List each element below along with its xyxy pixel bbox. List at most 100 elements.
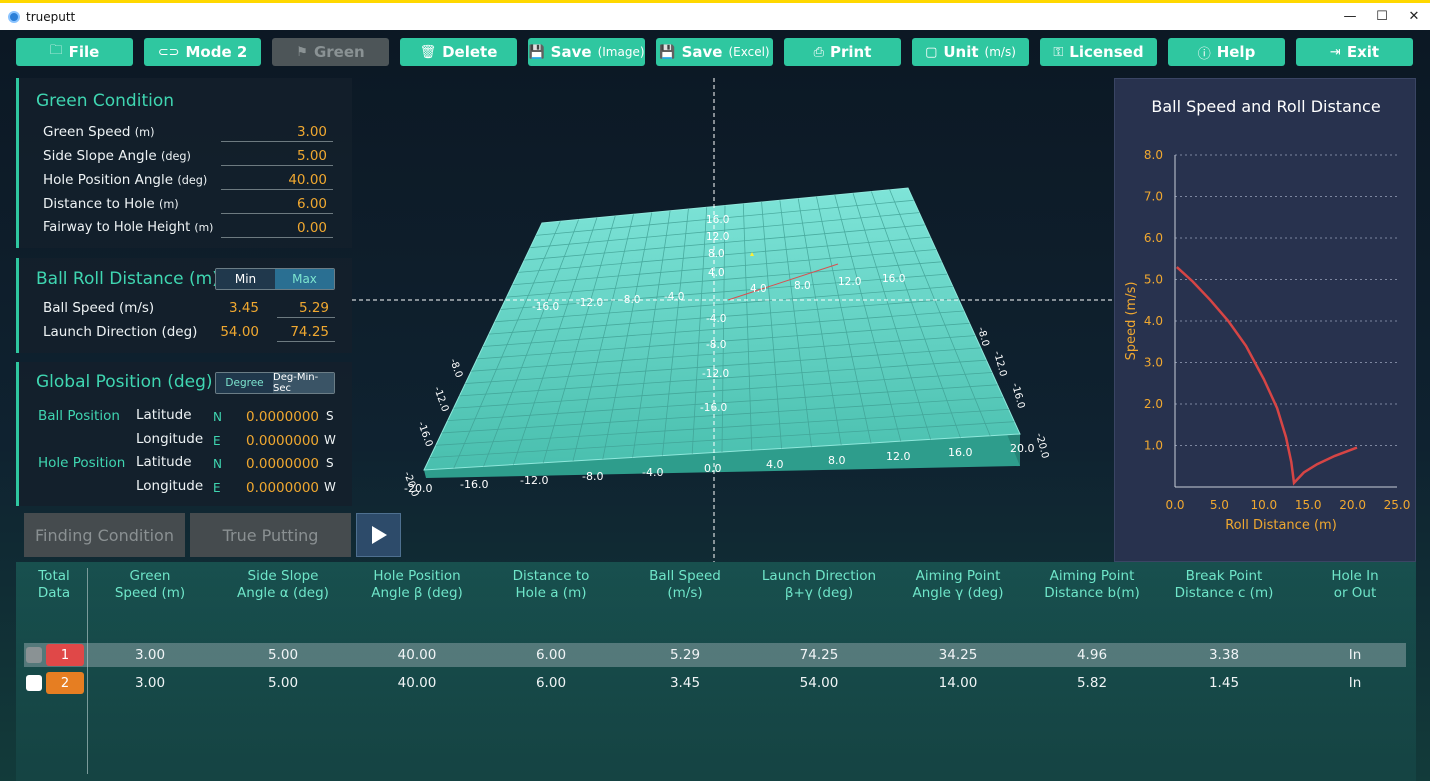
- row-badge: 1: [46, 644, 84, 666]
- green-3d-view[interactable]: -20.0 -16.0 -12.0 -8.0 -4.0 0.0 4.0 8.0 …: [352, 78, 1114, 562]
- hole-latitude-value[interactable]: 0.0000000: [246, 456, 319, 472]
- th-aiming-angle: Aiming Point Angle γ (deg): [912, 568, 1004, 601]
- inner-x-label: 4.0: [750, 283, 767, 295]
- x-tick-label: 0.0: [704, 462, 722, 475]
- max-toggle[interactable]: Max: [275, 269, 334, 289]
- hole-longitude-value[interactable]: 0.0000000: [246, 480, 319, 496]
- ball-lat-s: S: [326, 409, 334, 423]
- inner-x-label: 16.0: [882, 273, 905, 285]
- hole-lat-n: N: [213, 457, 222, 471]
- maximize-button[interactable]: ☐: [1366, 3, 1398, 30]
- inner-y-label: -4.0: [706, 313, 727, 325]
- close-button[interactable]: ✕: [1398, 3, 1430, 30]
- fairway-height-label: Fairway to Hole Height (m): [43, 220, 214, 235]
- title-bar: trueputt — ☐ ✕: [0, 0, 1430, 30]
- ball-roll-title: Ball Roll Distance (m): [36, 269, 219, 289]
- distance-to-hole-field[interactable]: 6.00: [221, 196, 333, 214]
- cell-break-distance: 1.45: [1208, 675, 1240, 691]
- table-row[interactable]: 1 3.00 5.00 40.00 6.00 5.29 74.25 34.25 …: [24, 643, 1406, 667]
- finding-condition-button[interactable]: Finding Condition: [24, 513, 185, 557]
- key-icon: ⚿: [1053, 44, 1064, 60]
- y-tick-label: 3.0: [1144, 356, 1163, 370]
- x-tick-label: 4.0: [766, 458, 784, 471]
- cell-launch-direction: 54.00: [799, 675, 839, 691]
- results-table: Total Data Green Speed (m) Side Slope Angle…: [16, 562, 1416, 781]
- y-tick-label: 7.0: [1144, 190, 1163, 204]
- green-speed-field[interactable]: 3.00: [221, 124, 333, 142]
- help-button[interactable]: ⓘ Help: [1168, 38, 1285, 66]
- global-position-title: Global Position (deg): [36, 372, 213, 392]
- cell-launch-direction: 74.25: [799, 647, 839, 663]
- min-toggle[interactable]: Min: [216, 269, 275, 289]
- row-checkbox[interactable]: [26, 647, 42, 663]
- launch-direction-label: Launch Direction (deg): [43, 324, 198, 340]
- cell-aiming-distance: 4.96: [1076, 647, 1108, 663]
- licensed-button[interactable]: ⚿ Licensed: [1040, 38, 1157, 66]
- cell-green-speed: 3.00: [134, 647, 166, 663]
- hole-position-angle-field[interactable]: 40.00: [221, 172, 333, 190]
- table-row[interactable]: 2 3.00 5.00 40.00 6.00 3.45 54.00 14.00 …: [24, 671, 1406, 695]
- minimize-button[interactable]: —: [1334, 3, 1366, 30]
- x-tick-label: -16.0: [460, 478, 488, 491]
- th-distance-hole: Distance to Hole a (m): [512, 568, 590, 601]
- inner-x-label: -4.0: [664, 291, 685, 303]
- ball-lon-e: E: [213, 434, 221, 448]
- degree-format-toggle: Degree Deg-Min-Sec: [215, 372, 335, 394]
- y-tick-label: 8.0: [1144, 148, 1163, 162]
- toolbar: 🗀 File ⊂⊃ Mode 2 ⚑ Green 🗑 Delete 💾 Save (Imag…: [16, 38, 1416, 66]
- y-tick-label: 4.0: [1144, 314, 1163, 328]
- exit-label: Exit: [1346, 43, 1380, 61]
- cell-aiming-angle: 14.00: [938, 675, 978, 691]
- y-tick-label: 1.0: [1144, 439, 1163, 453]
- launch-direction-min[interactable]: 54.00: [215, 324, 265, 342]
- speed-distance-chart-panel: Ball Speed and Roll Distance 1.0 2.0 3.0 4.…: [1114, 78, 1416, 562]
- green-button[interactable]: ⚑ Green: [272, 38, 389, 66]
- x-tick-label: 20.0: [1339, 498, 1366, 512]
- save-image-button[interactable]: 💾 Save (Image): [528, 38, 645, 66]
- cell-distance-hole: 6.00: [535, 675, 567, 691]
- x-tick-label: -12.0: [520, 474, 548, 487]
- main-area: 🗀 File ⊂⊃ Mode 2 ⚑ Green 🗑 Delete 💾 Save (Imag…: [0, 30, 1430, 781]
- green-condition-section: Green Condition Green Speed (m) 3.00 Sid…: [16, 78, 352, 248]
- ball-longitude-value[interactable]: 0.0000000: [246, 433, 319, 449]
- right-edge-label: -16.0: [1009, 382, 1026, 410]
- toggle-icon: ⊂⊃: [157, 44, 180, 60]
- window-controls: — ☐ ✕: [1334, 3, 1430, 30]
- fairway-height-field[interactable]: 0.00: [221, 220, 333, 238]
- inner-y-label: -8.0: [706, 339, 727, 351]
- info-icon: ⓘ: [1197, 46, 1211, 62]
- hole-latitude-label: Latitude: [136, 454, 192, 470]
- true-putting-button[interactable]: True Putting: [190, 513, 351, 557]
- delete-button[interactable]: 🗑 Delete: [400, 38, 517, 66]
- print-button[interactable]: ⎙ Print: [784, 38, 901, 66]
- mode-button[interactable]: ⊂⊃ Mode 2: [144, 38, 261, 66]
- x-tick-label: 0.0: [1165, 498, 1184, 512]
- floppy-icon: 💾: [659, 44, 676, 60]
- ball-speed-max[interactable]: 5.29: [277, 300, 335, 318]
- mode-label: Mode 2: [185, 43, 248, 61]
- ball-latitude-value[interactable]: 0.0000000: [246, 409, 319, 425]
- cell-ball-speed: 5.29: [669, 647, 701, 663]
- save-excel-button[interactable]: 💾 Save (Excel): [656, 38, 773, 66]
- y-tick-label: 2.0: [1144, 397, 1163, 411]
- row-badge: 2: [46, 672, 84, 694]
- row-checkbox[interactable]: [26, 675, 42, 691]
- dms-toggle[interactable]: Deg-Min-Sec: [273, 373, 334, 393]
- inner-x-label: -12.0: [576, 297, 603, 309]
- y-axis-label: Speed (m/s): [1124, 282, 1139, 361]
- hole-position-label: Hole Position: [38, 455, 126, 471]
- print-label: Print: [830, 43, 872, 61]
- unit-button[interactable]: ▢ Unit (m/s): [912, 38, 1029, 66]
- x-tick-label: 16.0: [948, 446, 973, 459]
- ball-speed-min[interactable]: 3.45: [215, 300, 265, 318]
- degree-toggle[interactable]: Degree: [216, 373, 274, 393]
- th-hole-in-out: Hole In or Out: [1331, 568, 1379, 601]
- file-button[interactable]: 🗀 File: [16, 38, 133, 66]
- inner-y-label: 8.0: [708, 248, 725, 260]
- launch-direction-max[interactable]: 74.25: [277, 324, 335, 342]
- side-slope-field[interactable]: 5.00: [221, 148, 333, 166]
- inner-x-label: 8.0: [794, 280, 811, 292]
- hole-lon-w: W: [324, 480, 336, 494]
- exit-button[interactable]: ⇥ Exit: [1296, 38, 1413, 66]
- inner-x-label: -8.0: [620, 294, 641, 306]
